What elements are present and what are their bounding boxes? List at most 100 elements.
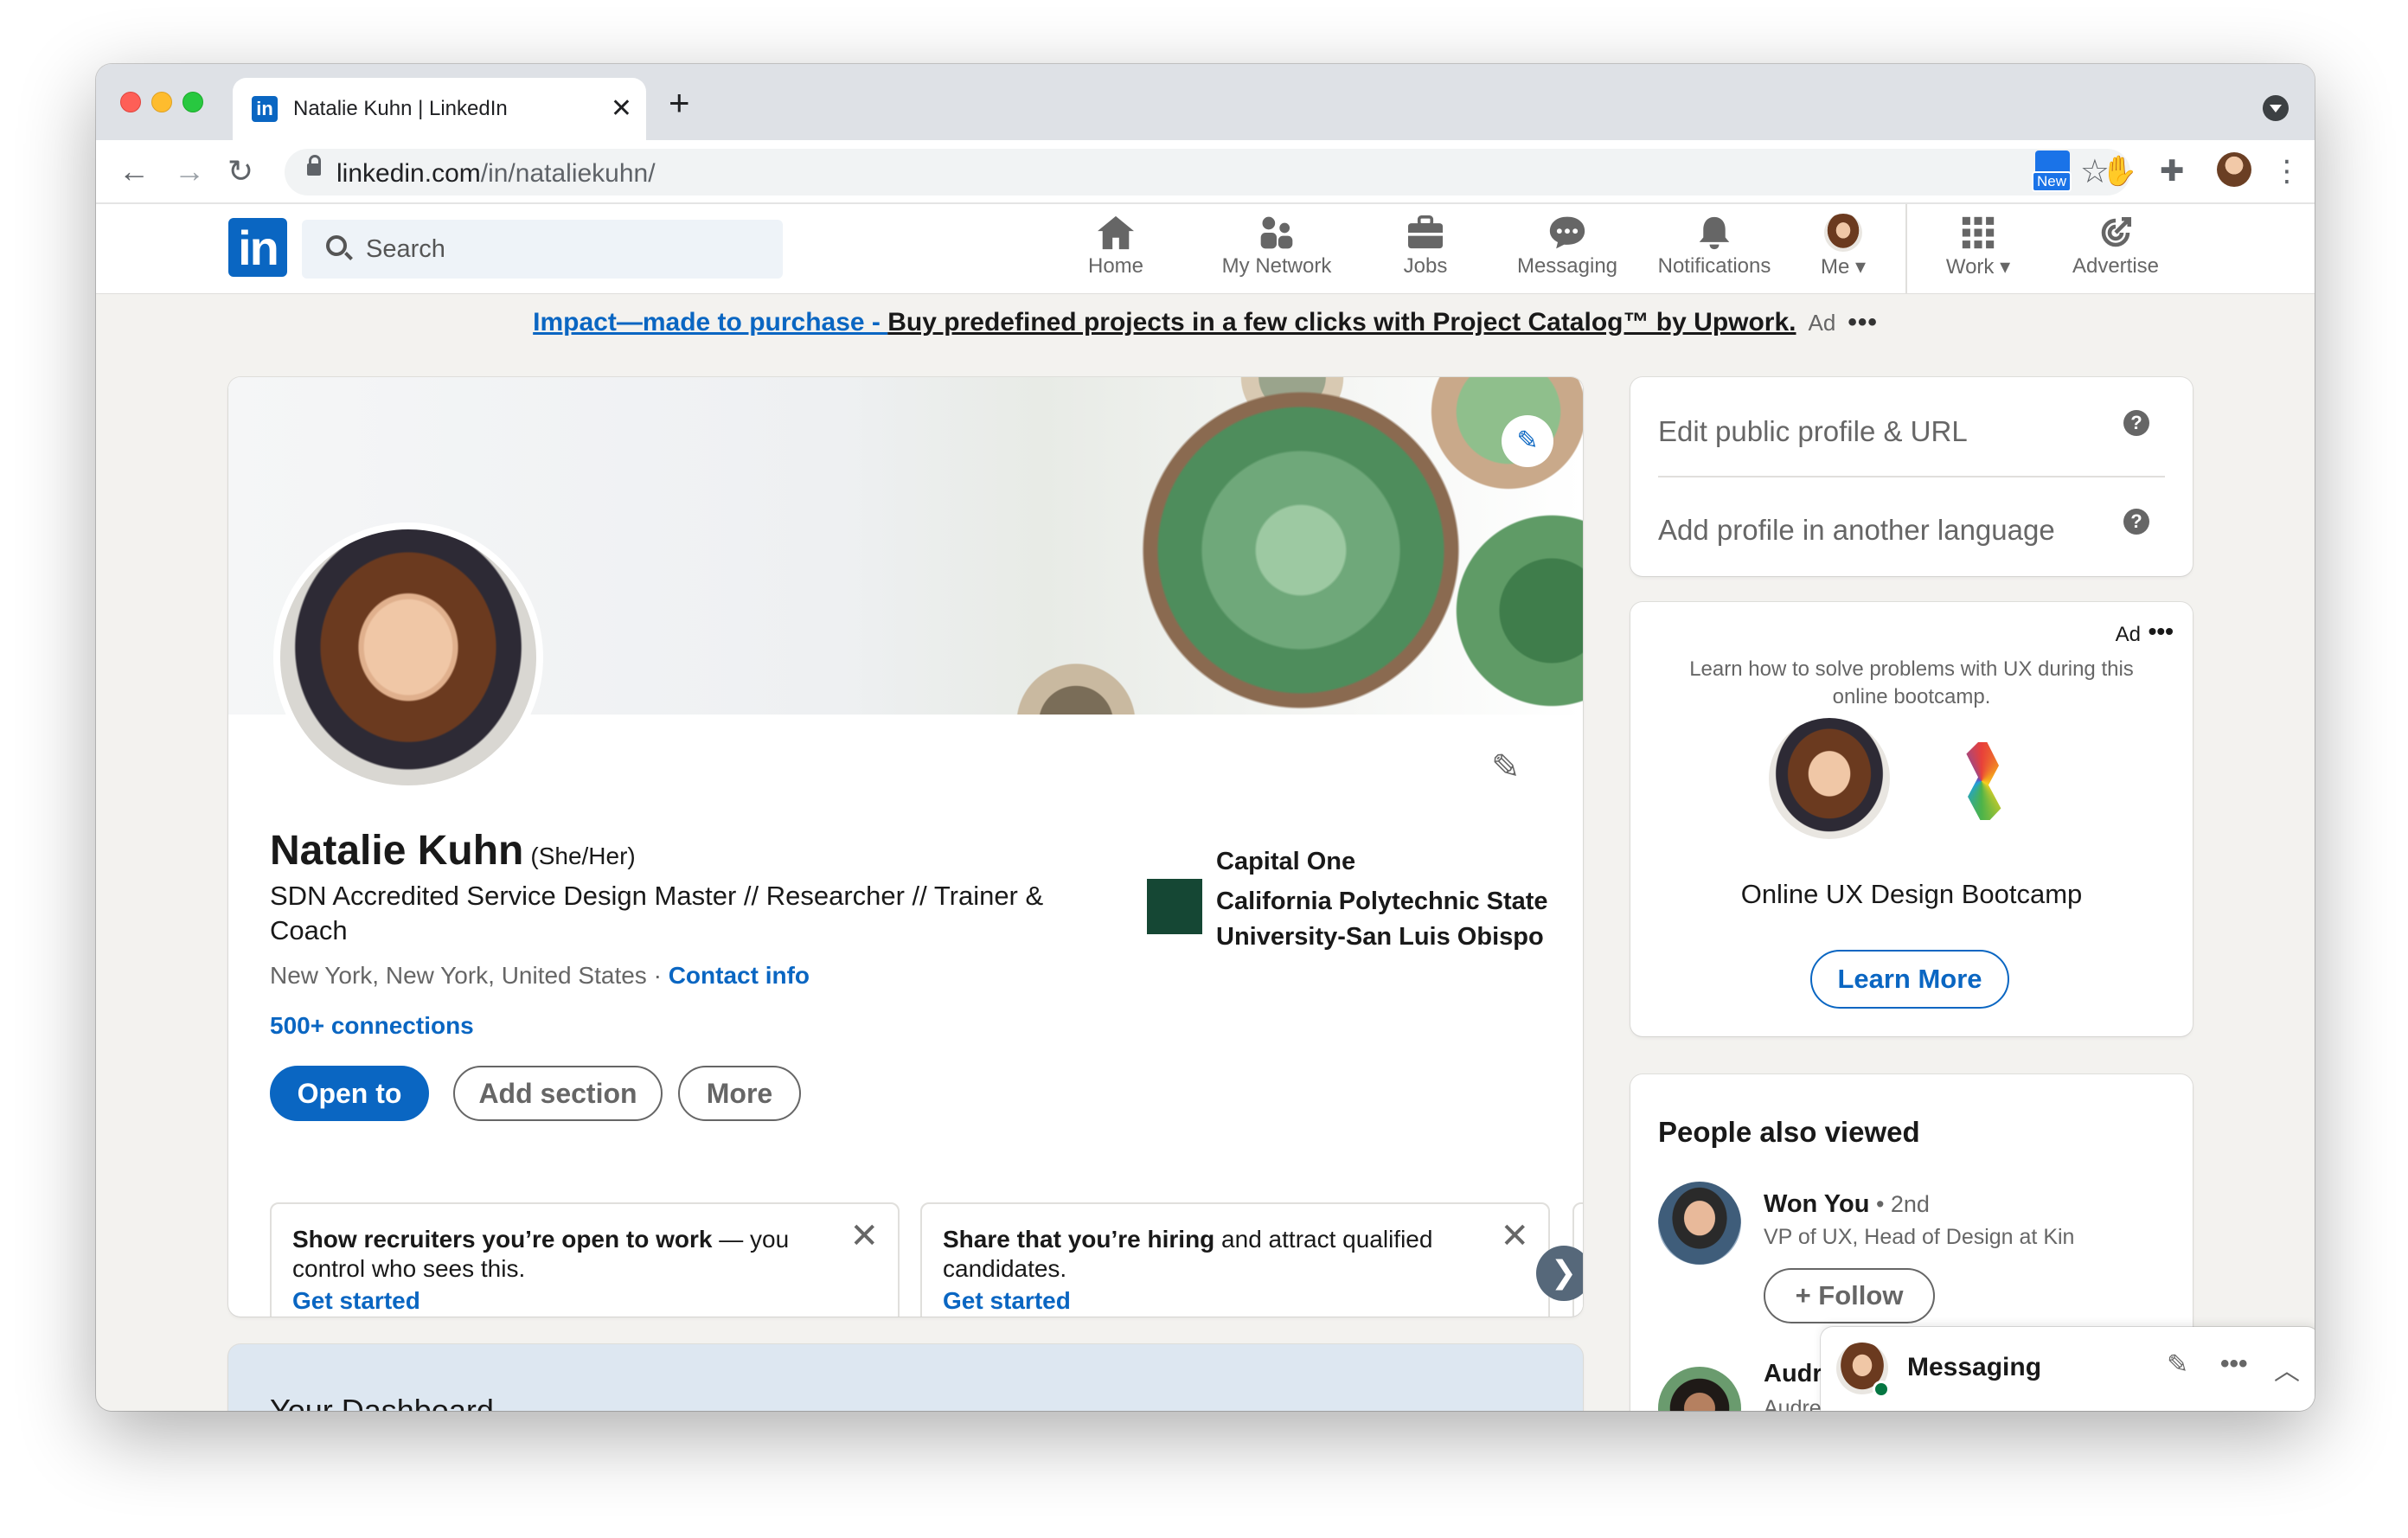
chat-icon [1502, 211, 1632, 254]
nav-my-network[interactable]: My Network [1212, 211, 1342, 289]
nav-messaging-label: Messaging [1516, 254, 1618, 278]
edit-cover-icon[interactable]: ✎ [1502, 415, 1553, 467]
ad-description: Learn how to solve problems with UX duri… [1689, 657, 2134, 708]
compass-icon [2059, 211, 2172, 254]
close-icon[interactable]: ✕ [849, 1216, 879, 1256]
cover-cactus [989, 637, 1162, 715]
nav-me[interactable]: Me ▾ [1807, 211, 1880, 289]
more-options-icon[interactable]: ••• [2220, 1349, 2248, 1379]
nav-jobs[interactable]: Jobs [1385, 211, 1466, 289]
contact-info-link[interactable]: Contact info [669, 962, 810, 989]
education-name: California Polytechnic State University-… [1216, 888, 1548, 951]
add-language-link[interactable]: Add profile in another language [1658, 514, 2055, 547]
open-to-button[interactable]: Open to [270, 1066, 429, 1121]
promo-bold: Show recruiters you’re open to work [292, 1226, 713, 1253]
close-window-button[interactable] [120, 92, 141, 112]
ad-card: Ad ••• Learn how to solve problems with … [1630, 602, 2193, 1036]
get-started-link[interactable]: Get started [292, 1287, 420, 1315]
browser-tab[interactable]: in Natalie Kuhn | LinkedIn ✕ [233, 78, 646, 140]
search-placeholder: Search [366, 235, 445, 263]
zoom-window-button[interactable] [183, 92, 203, 112]
chevron-up-icon[interactable]: ︿ [2274, 1349, 2300, 1387]
connection-degree: • 2nd [1869, 1191, 1930, 1217]
address-bar[interactable]: linkedin.com/in/nataliekuhn/ ☆ [285, 149, 2130, 195]
dashboard-card: Your Dashboard [228, 1344, 1583, 1411]
sponsored-banner: Impact—made to purchase - Buy predefined… [96, 308, 2315, 346]
sponsored-link[interactable]: Impact—made to purchase - [533, 308, 887, 336]
url-path: /in/nataliekuhn/ [480, 159, 656, 188]
home-icon [1068, 211, 1163, 254]
ad-member-avatar [1769, 718, 1890, 839]
nav-messaging[interactable]: Messaging [1502, 211, 1632, 289]
nav-my-network-label: My Network [1221, 254, 1332, 278]
dashboard-title: Your Dashboard [270, 1393, 494, 1411]
url-text[interactable]: linkedin.com/in/nataliekuhn/ [336, 159, 656, 189]
linkedin-logo-icon[interactable]: in [228, 218, 287, 277]
back-icon[interactable]: ← [118, 152, 150, 190]
tab-close-icon[interactable]: ✕ [611, 93, 632, 125]
linkedin-header: in Search Home My Network Jobs Messaging… [96, 204, 2315, 294]
tab-search-icon[interactable] [2263, 95, 2289, 121]
search-input[interactable]: Search [302, 220, 783, 279]
promo-bold: Share that you’re hiring [943, 1226, 1215, 1253]
promo-text: Show recruiters you’re open to work — yo… [292, 1225, 829, 1284]
profile-settings-card: Edit public profile & URL ? Add profile … [1630, 377, 2193, 576]
profile-pronouns: (She/Her) [530, 843, 636, 869]
person-avatar[interactable] [1658, 1367, 1741, 1411]
profile-headline: SDN Accredited Service Design Master // … [270, 881, 1044, 945]
new-tab-button[interactable]: + [669, 85, 690, 121]
bell-icon [1641, 211, 1788, 254]
browser-window: in Natalie Kuhn | LinkedIn ✕ + ← → ↻ lin… [96, 64, 2315, 1411]
connections-link[interactable]: 500+ connections [270, 1012, 474, 1040]
new-extension-icon[interactable]: New [2032, 151, 2072, 192]
experience-name: Capital One [1216, 848, 1356, 875]
more-button[interactable]: More [678, 1066, 801, 1121]
network-icon [1212, 211, 1342, 254]
edit-intro-icon[interactable]: ✎ [1491, 747, 1521, 787]
browser-toolbar: ← → ↻ linkedin.com/in/nataliekuhn/ ☆ New… [96, 140, 2315, 204]
browser-menu-icon[interactable]: ⋮ [2272, 154, 2302, 189]
online-status-dot [1873, 1381, 1890, 1398]
messaging-overlay[interactable]: Messaging ✎ ••• ︿ [1821, 1327, 2315, 1411]
nav-work[interactable]: Work ▾ [1935, 211, 2021, 289]
minimize-window-button[interactable] [151, 92, 172, 112]
person-title: Audre [1764, 1396, 1822, 1411]
follow-button[interactable]: + Follow [1764, 1268, 1935, 1323]
extensions-puzzle-icon[interactable]: ✚ [2160, 154, 2185, 189]
nav-advertise[interactable]: Advertise [2059, 211, 2172, 289]
ad-more-icon[interactable]: ••• [1848, 308, 1878, 336]
messaging-title[interactable]: Messaging [1907, 1353, 2041, 1382]
compose-icon[interactable]: ✎ [2167, 1349, 2188, 1380]
ad-more-icon[interactable]: ••• [2149, 618, 2174, 645]
person-name[interactable]: Won You • 2nd [1764, 1190, 1930, 1219]
learn-more-button[interactable]: Learn More [1810, 950, 2009, 1009]
lock-icon[interactable] [307, 155, 321, 176]
nav-me-label: Me ▾ [1820, 255, 1867, 279]
capital-one-logo [1147, 853, 1201, 868]
reload-icon[interactable]: ↻ [227, 152, 253, 190]
cal-poly-logo [1147, 879, 1202, 934]
hand-extension-icon[interactable]: ✋ [2101, 154, 2137, 189]
edit-public-profile-link[interactable]: Edit public profile & URL [1658, 415, 1968, 448]
profile-name: Natalie Kuhn [270, 828, 524, 874]
nav-advertise-label: Advertise [2072, 254, 2160, 278]
hiring-card: Share that you’re hiring and attract qua… [920, 1202, 1550, 1317]
forward-icon[interactable]: → [174, 152, 205, 190]
sponsored-text[interactable]: Buy predefined projects in a few clicks … [887, 308, 1796, 336]
get-started-link[interactable]: Get started [943, 1287, 1071, 1315]
help-icon[interactable]: ? [2123, 509, 2149, 535]
nav-work-label: Work ▾ [1945, 255, 2011, 279]
nav-divider [1905, 204, 1907, 294]
profile-photo[interactable] [273, 522, 543, 792]
nav-notifications[interactable]: Notifications [1641, 211, 1788, 289]
close-icon[interactable]: ✕ [1500, 1216, 1529, 1256]
person-title: VP of UX, Head of Design at Kin [1764, 1225, 2075, 1249]
nav-home[interactable]: Home [1068, 211, 1163, 289]
help-icon[interactable]: ? [2123, 410, 2149, 436]
url-domain: linkedin.com [336, 159, 481, 188]
add-section-button[interactable]: Add section [453, 1066, 663, 1121]
profile-card: ✎ ✎ Natalie Kuhn (She/Her) SDN Accredited… [228, 377, 1583, 1317]
person-avatar[interactable] [1658, 1182, 1741, 1265]
profile-avatar[interactable] [2217, 152, 2251, 187]
nav-jobs-label: Jobs [1403, 254, 1448, 278]
